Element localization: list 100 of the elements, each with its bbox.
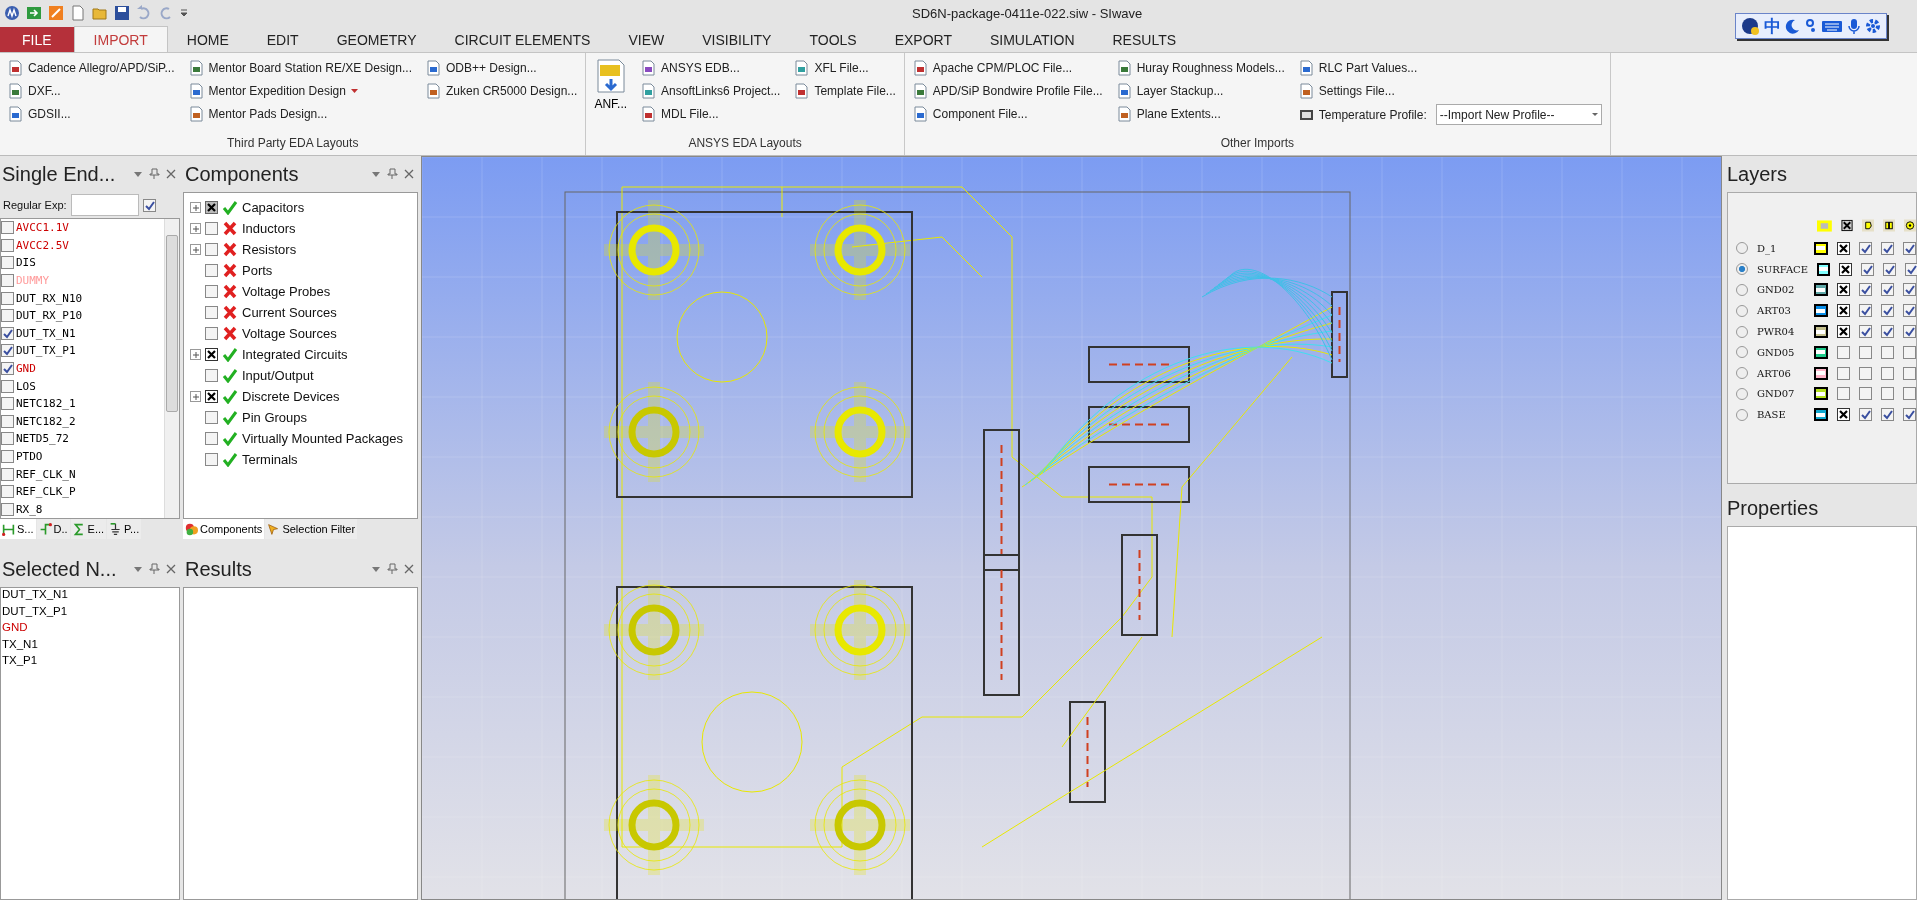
panel-tab[interactable]: P... xyxy=(107,519,142,539)
radio-button[interactable] xyxy=(1736,408,1748,421)
expand-icon[interactable] xyxy=(190,223,201,234)
checkbox[interactable] xyxy=(1881,241,1894,255)
tree-item-label[interactable]: Capacitors xyxy=(242,200,305,215)
folder-icon[interactable] xyxy=(92,5,108,21)
checkbox[interactable] xyxy=(205,411,218,424)
checkbox[interactable] xyxy=(205,243,218,256)
ribbon-button[interactable]: ANSYS EDB... xyxy=(639,57,783,78)
tree-item-label[interactable]: Resistors xyxy=(242,242,297,257)
tree-item-label[interactable]: Ports xyxy=(242,263,273,278)
tree-item-label[interactable]: Terminals xyxy=(242,452,298,467)
expand-icon[interactable] xyxy=(190,391,201,402)
checkbox[interactable] xyxy=(205,390,218,403)
checkbox[interactable] xyxy=(1903,387,1916,401)
pin-icon[interactable] xyxy=(149,168,160,180)
close-icon[interactable] xyxy=(404,564,414,574)
checkbox[interactable] xyxy=(1903,241,1916,255)
pin-icon[interactable] xyxy=(387,168,398,180)
close-icon[interactable] xyxy=(404,169,414,179)
expand-icon[interactable] xyxy=(190,349,201,360)
tree-item-label[interactable]: Voltage Probes xyxy=(242,284,331,299)
dropdown-icon[interactable] xyxy=(371,565,381,573)
panel-tab[interactable]: Components xyxy=(183,519,265,539)
checkbox[interactable] xyxy=(1,397,14,411)
new-file-icon[interactable] xyxy=(70,5,86,21)
checkbox[interactable] xyxy=(1,502,14,516)
ribbon-tab[interactable]: CIRCUIT ELEMENTS xyxy=(435,27,610,52)
ribbon-tab[interactable]: IMPORT xyxy=(73,26,168,52)
expand-icon[interactable] xyxy=(190,244,201,255)
checkbox[interactable] xyxy=(1,485,14,499)
checkbox[interactable] xyxy=(205,348,218,361)
layer-color-swatch[interactable] xyxy=(1813,241,1828,255)
ribbon-button[interactable]: Huray Roughness Models... xyxy=(1114,57,1287,78)
wand-icon[interactable] xyxy=(48,5,64,21)
ribbon-button[interactable]: Mentor Expedition Design xyxy=(186,80,414,101)
tree-item-label[interactable]: Virtually Mounted Packages xyxy=(242,431,403,446)
save-icon[interactable] xyxy=(114,5,130,21)
checkbox[interactable] xyxy=(205,285,218,298)
ribbon-tab[interactable]: HOME xyxy=(167,27,248,52)
checkbox[interactable] xyxy=(1881,325,1894,339)
ime-mode-label[interactable]: 中 xyxy=(1764,14,1781,38)
checkbox[interactable] xyxy=(1881,304,1894,318)
radio-button[interactable] xyxy=(1736,242,1748,255)
tree-item-label[interactable]: Inductors xyxy=(242,221,296,236)
layer-color-swatch[interactable] xyxy=(1813,325,1828,339)
panel-tab[interactable]: Selection Filter xyxy=(265,519,358,539)
checkbox[interactable] xyxy=(1859,325,1872,339)
ribbon-tab[interactable]: GEOMETRY xyxy=(317,27,436,52)
radio-button[interactable] xyxy=(1736,304,1748,317)
file-tab[interactable]: FILE xyxy=(0,27,74,52)
checkbox[interactable] xyxy=(1881,387,1894,401)
checkbox[interactable] xyxy=(1881,283,1894,297)
checkbox[interactable] xyxy=(1,274,14,288)
checkbox[interactable] xyxy=(1839,262,1853,276)
checkbox[interactable] xyxy=(1881,408,1894,422)
checkbox[interactable] xyxy=(1837,283,1850,297)
ribbon-tab[interactable]: SIMULATION xyxy=(970,27,1094,52)
checkbox[interactable] xyxy=(1903,408,1916,422)
layer-color-swatch[interactable] xyxy=(1813,408,1828,422)
expand-icon[interactable] xyxy=(190,202,201,213)
checkbox[interactable] xyxy=(205,453,218,466)
ribbon-button[interactable]: Mentor Pads Design... xyxy=(186,103,414,124)
ribbon-button[interactable]: Mentor Board Station RE/XE Design... xyxy=(186,57,414,78)
checkbox[interactable] xyxy=(1903,345,1916,359)
ribbon-button[interactable]: Cadence Allegro/APD/SiP... xyxy=(6,57,177,78)
profile-dropdown[interactable]: --Import New Profile-- xyxy=(1435,104,1602,125)
panel-tab[interactable]: S... xyxy=(0,519,36,539)
scrollbar[interactable] xyxy=(164,219,179,518)
ribbon-tab[interactable]: RESULTS xyxy=(1093,27,1196,52)
tree-item-label[interactable]: Current Sources xyxy=(242,305,337,320)
settings-icon[interactable] xyxy=(1865,18,1881,34)
panel-tab[interactable]: D.. xyxy=(36,519,70,539)
checkbox[interactable] xyxy=(1859,283,1872,297)
tree-item-label[interactable]: Pin Groups xyxy=(242,410,308,425)
radio-button[interactable] xyxy=(1736,263,1748,276)
checkbox[interactable] xyxy=(1859,366,1872,380)
checkbox[interactable] xyxy=(205,432,218,445)
ribbon-tab[interactable]: TOOLS xyxy=(790,27,876,52)
checkbox[interactable] xyxy=(1859,345,1872,359)
dropdown-icon[interactable] xyxy=(133,565,143,573)
checkbox[interactable] xyxy=(1837,241,1850,255)
radio-button[interactable] xyxy=(1736,284,1748,296)
checkbox[interactable] xyxy=(1861,262,1875,276)
radio-button[interactable] xyxy=(1736,325,1748,338)
pin-icon[interactable] xyxy=(387,563,398,575)
ribbon-button[interactable]: Layer Stackup... xyxy=(1114,80,1287,101)
ribbon-button[interactable]: XFL File... xyxy=(792,57,898,78)
ribbon-button[interactable]: Apache CPM/PLOC File... xyxy=(910,57,1105,78)
layer-color-swatch[interactable] xyxy=(1813,283,1828,297)
ribbon-button[interactable]: GDSII... xyxy=(6,103,177,124)
ribbon-button[interactable]: Component File... xyxy=(910,103,1105,124)
checkbox[interactable] xyxy=(205,222,218,235)
checkbox[interactable] xyxy=(1,362,14,376)
checkbox[interactable] xyxy=(142,198,156,212)
customize-icon[interactable] xyxy=(180,8,188,18)
checkbox[interactable] xyxy=(1883,262,1897,276)
checkbox[interactable] xyxy=(1881,366,1894,380)
tree-item-label[interactable]: Voltage Sources xyxy=(242,326,337,341)
ribbon-button[interactable]: Zuken CR5000 Design... xyxy=(423,80,580,101)
